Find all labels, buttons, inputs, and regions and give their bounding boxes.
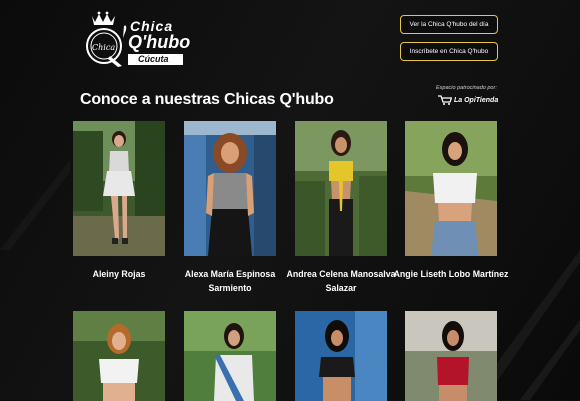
profile-card[interactable]: Andrea Celena Manosalva Salazar — [286, 121, 396, 293]
brand-city-label: Cúcuta — [128, 54, 183, 65]
inscribete-button[interactable]: Inscríbete en Chica Q'hubo — [400, 42, 498, 61]
page-title: Conoce a nuestras Chicas Q'hubo — [80, 91, 334, 108]
profile-card[interactable] — [73, 311, 165, 401]
profile-photo — [405, 121, 497, 256]
profile-name: Alexa María Espinosa Sarmiento — [184, 269, 276, 293]
profile-photo — [295, 311, 387, 401]
profile-name: Angie Liseth Lobo Martínez — [393, 269, 509, 279]
chica-del-dia-button[interactable]: Ver la Chica Q'hubo del día — [400, 15, 498, 34]
profile-name: Andrea Celena Manosalva Salazar — [286, 269, 396, 293]
profile-card[interactable] — [405, 311, 497, 401]
sponsor-name: La OpiTienda — [454, 96, 499, 104]
profile-photo — [184, 311, 276, 401]
profile-photo — [73, 121, 165, 256]
profile-photo — [73, 311, 165, 401]
profile-card[interactable]: Aleiny Rojas — [73, 121, 165, 279]
profile-photo — [184, 121, 276, 256]
profile-photo — [295, 121, 387, 256]
profile-card[interactable]: Angie Liseth Lobo Martínez — [394, 121, 508, 279]
sponsor-logo[interactable]: La OpiTienda — [438, 95, 498, 105]
profile-name: Aleiny Rojas — [92, 269, 146, 279]
chica-qhubo-logo[interactable]: Chica Chica Q'hubo Cúcuta — [80, 10, 190, 68]
svg-text:Chica: Chica — [92, 43, 115, 52]
brand-qhubo-text: Q'hubo — [128, 32, 191, 52]
shopping-cart-icon — [438, 95, 452, 105]
profile-card[interactable]: Alexa María Espinosa Sarmiento — [184, 121, 276, 293]
crown-q-emblem-icon: Chica — [86, 11, 127, 67]
profile-card[interactable] — [295, 311, 387, 401]
profile-card[interactable] — [184, 311, 276, 401]
profile-photo — [405, 311, 497, 401]
sponsor-note: Espacio patrocinado por: — [436, 85, 497, 91]
